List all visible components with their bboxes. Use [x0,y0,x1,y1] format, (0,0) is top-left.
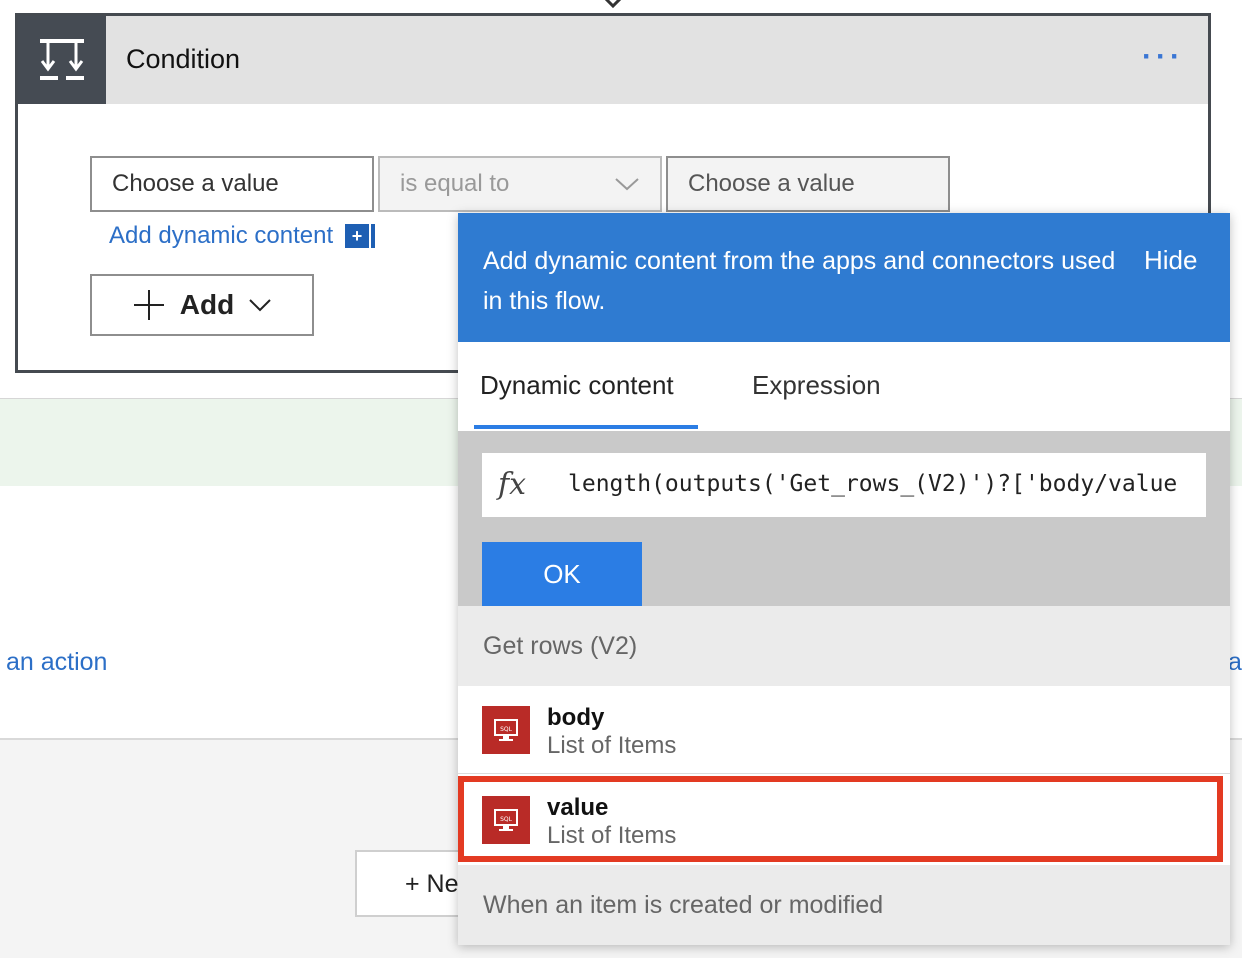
operator-label: is equal to [400,170,510,197]
hide-button[interactable]: Hide [1144,245,1197,276]
connector-arrow-icon [604,0,622,9]
group-header-get-rows[interactable]: Get rows (V2) [458,606,1230,686]
panel-header: Add dynamic content from the apps and co… [458,213,1230,342]
condition-title: Condition [126,44,241,74]
expression-area: fx length(outputs('Get_rows_(V2)')?['bod… [458,431,1230,606]
plus-icon [133,290,164,320]
left-value-field[interactable]: Choose a value [90,156,374,212]
panel-pointer [434,228,458,268]
add-action-link[interactable]: an action [6,648,107,677]
expression-text: length(outputs('Get_rows_(V2)')?['body/v… [568,471,1178,497]
dynamic-content-panel: Add dynamic content from the apps and co… [458,213,1230,945]
sql-icon: SQL [482,706,530,754]
ok-button[interactable]: OK [482,542,642,606]
item-title: body [547,704,605,731]
group-header-when-item-created[interactable]: When an item is created or modified [458,865,1230,945]
expression-input[interactable]: fx length(outputs('Get_rows_(V2)')?['bod… [482,453,1206,517]
add-dynamic-content-link[interactable]: Add dynamic content [109,222,333,250]
text-cursor [371,224,375,248]
svg-text:SQL: SQL [500,726,513,733]
chevron-down-icon [615,178,639,191]
condition-icon [18,16,106,104]
highlight-box [458,776,1223,862]
tab-expression[interactable]: Expression [752,370,881,401]
operator-dropdown[interactable]: is equal to [378,156,662,212]
list-item-body[interactable]: SQL body List of Items [458,686,1230,774]
add-dynamic-plus-icon[interactable]: + [345,224,369,248]
active-tab-indicator [474,425,698,429]
add-action-link-right[interactable]: a [1228,648,1242,677]
add-button[interactable]: Add [90,274,314,336]
chevron-down-icon [249,299,271,312]
panel-header-text: Add dynamic content from the apps and co… [483,247,1116,315]
right-value-field[interactable]: Choose a value [666,156,950,212]
item-separator [458,773,1230,774]
item-subtitle: List of Items [547,732,677,759]
fx-icon: fx [498,467,527,502]
more-options-icon[interactable]: ··· [1142,40,1184,74]
tab-dynamic-content[interactable]: Dynamic content [480,370,674,401]
condition-header[interactable]: Condition ··· [18,16,1208,104]
add-button-label: Add [179,289,235,320]
